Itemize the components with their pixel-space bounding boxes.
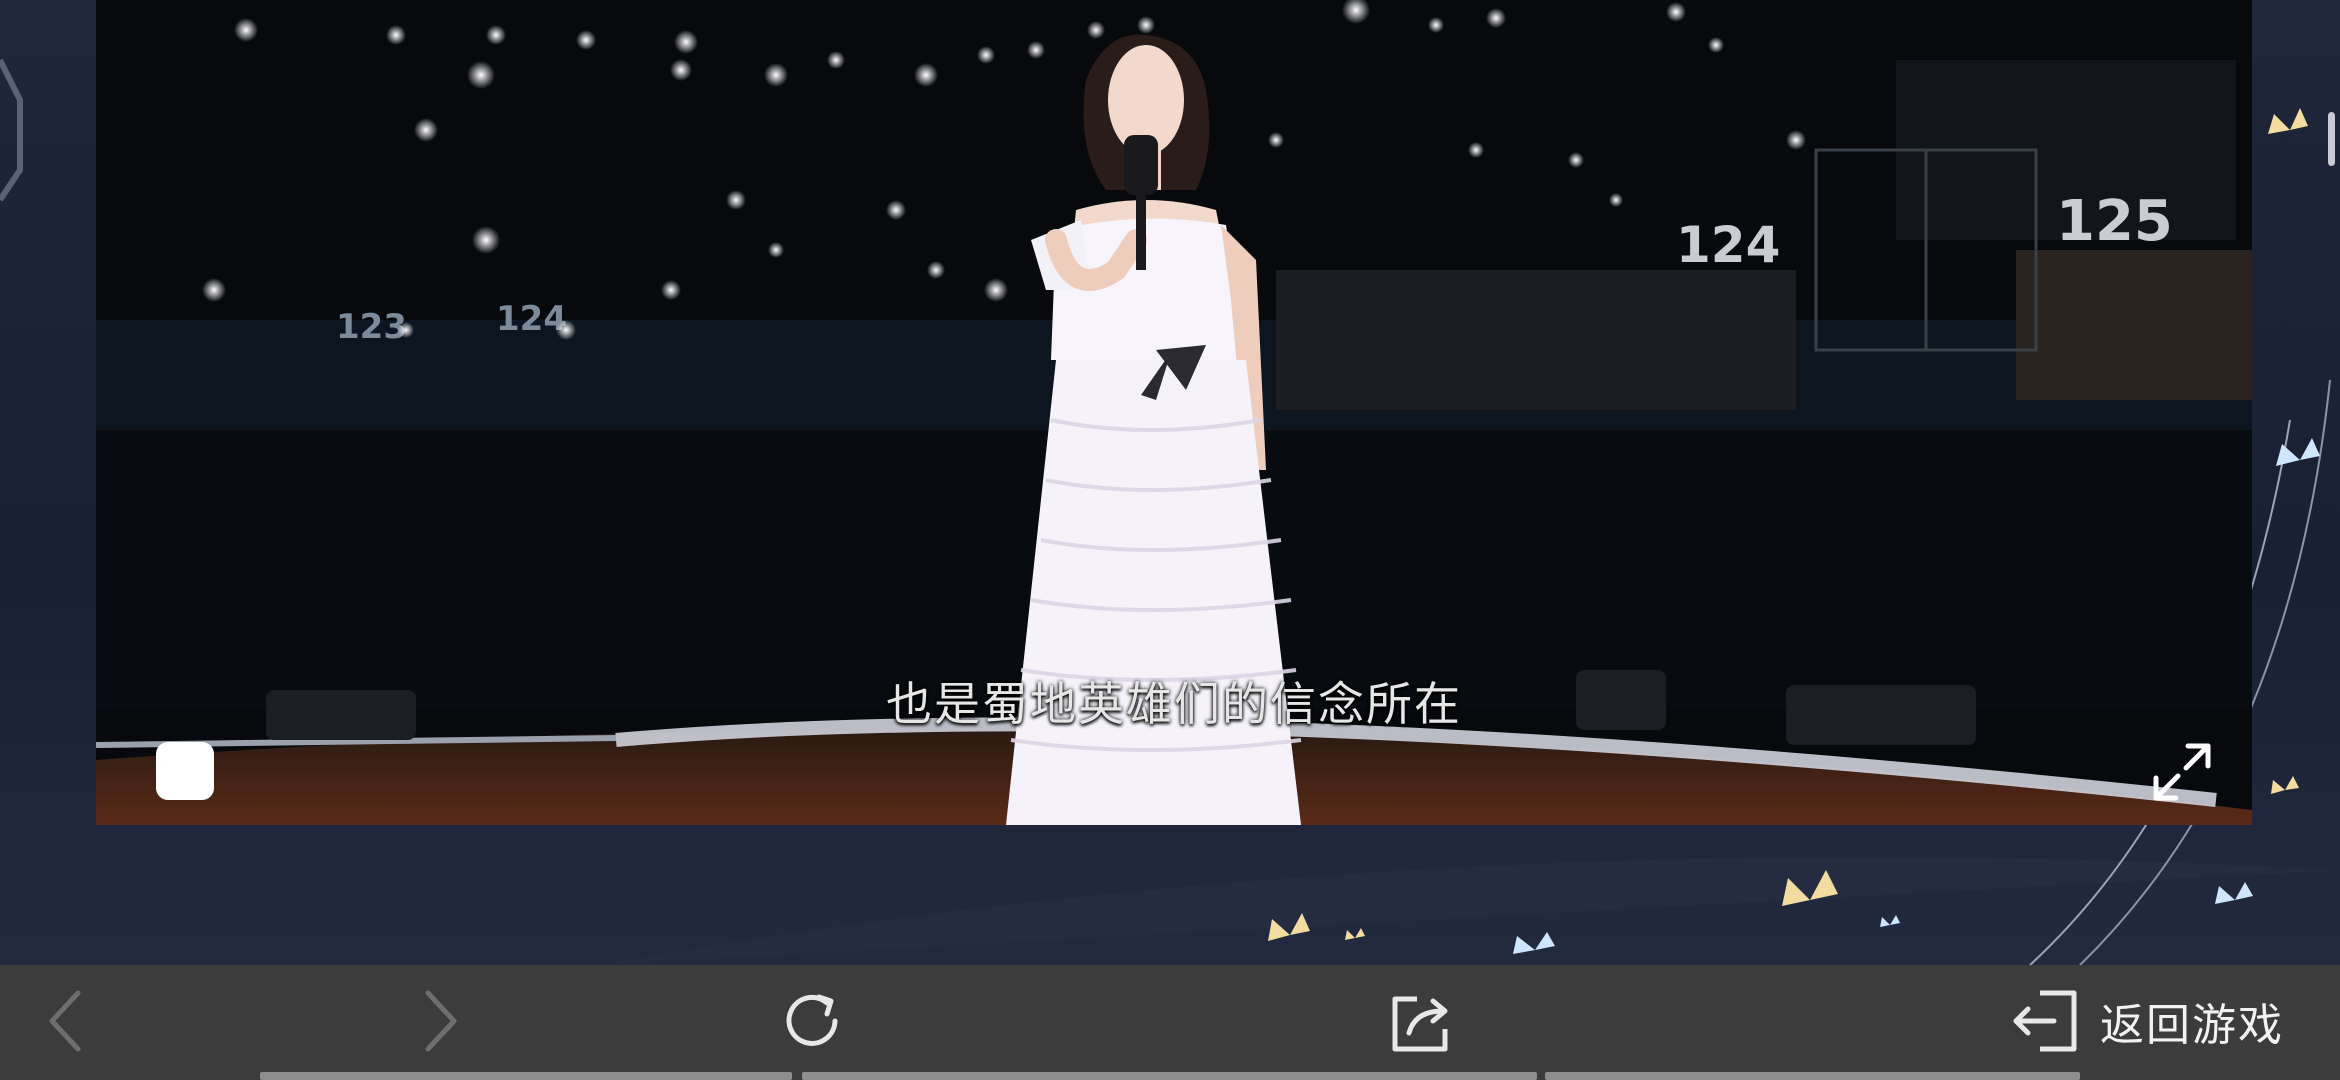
return-to-game-button[interactable]: 返回游戏 (2010, 985, 2284, 1057)
return-to-game-label: 返回游戏 (2100, 1000, 2284, 1051)
forward-button[interactable] (400, 983, 476, 1059)
back-button[interactable] (30, 983, 106, 1059)
refresh-icon (786, 994, 838, 1046)
chevron-left-icon (49, 990, 81, 1052)
seat-section-sign: 124 (1676, 216, 1780, 274)
tab-indicator (802, 1072, 1537, 1080)
browser-toolbar: 返回游戏 (0, 965, 2340, 1080)
scrollbar-thumb[interactable] (2328, 112, 2335, 166)
share-icon (1392, 996, 1448, 1052)
chevron-right-icon (425, 990, 457, 1052)
tab-indicator (1545, 1072, 2080, 1080)
seat-section-sign: 123 (336, 307, 407, 347)
video-subtitle: 也是蜀地英雄们的信念所在 (886, 677, 1462, 731)
stop-button[interactable] (156, 742, 214, 800)
exit-arrow-icon (2013, 990, 2077, 1052)
refresh-button[interactable] (775, 983, 851, 1059)
fullscreen-expand-icon (2153, 743, 2211, 801)
seat-section-sign: 125 (2056, 189, 2173, 254)
fullscreen-button[interactable] (2148, 738, 2216, 806)
tab-indicator (260, 1072, 792, 1080)
video-player[interactable]: 124 125 123 124 也是蜀地英雄们的信念所在 (96, 0, 2252, 825)
share-button[interactable] (1385, 983, 1461, 1059)
seat-section-sign: 124 (496, 299, 567, 339)
